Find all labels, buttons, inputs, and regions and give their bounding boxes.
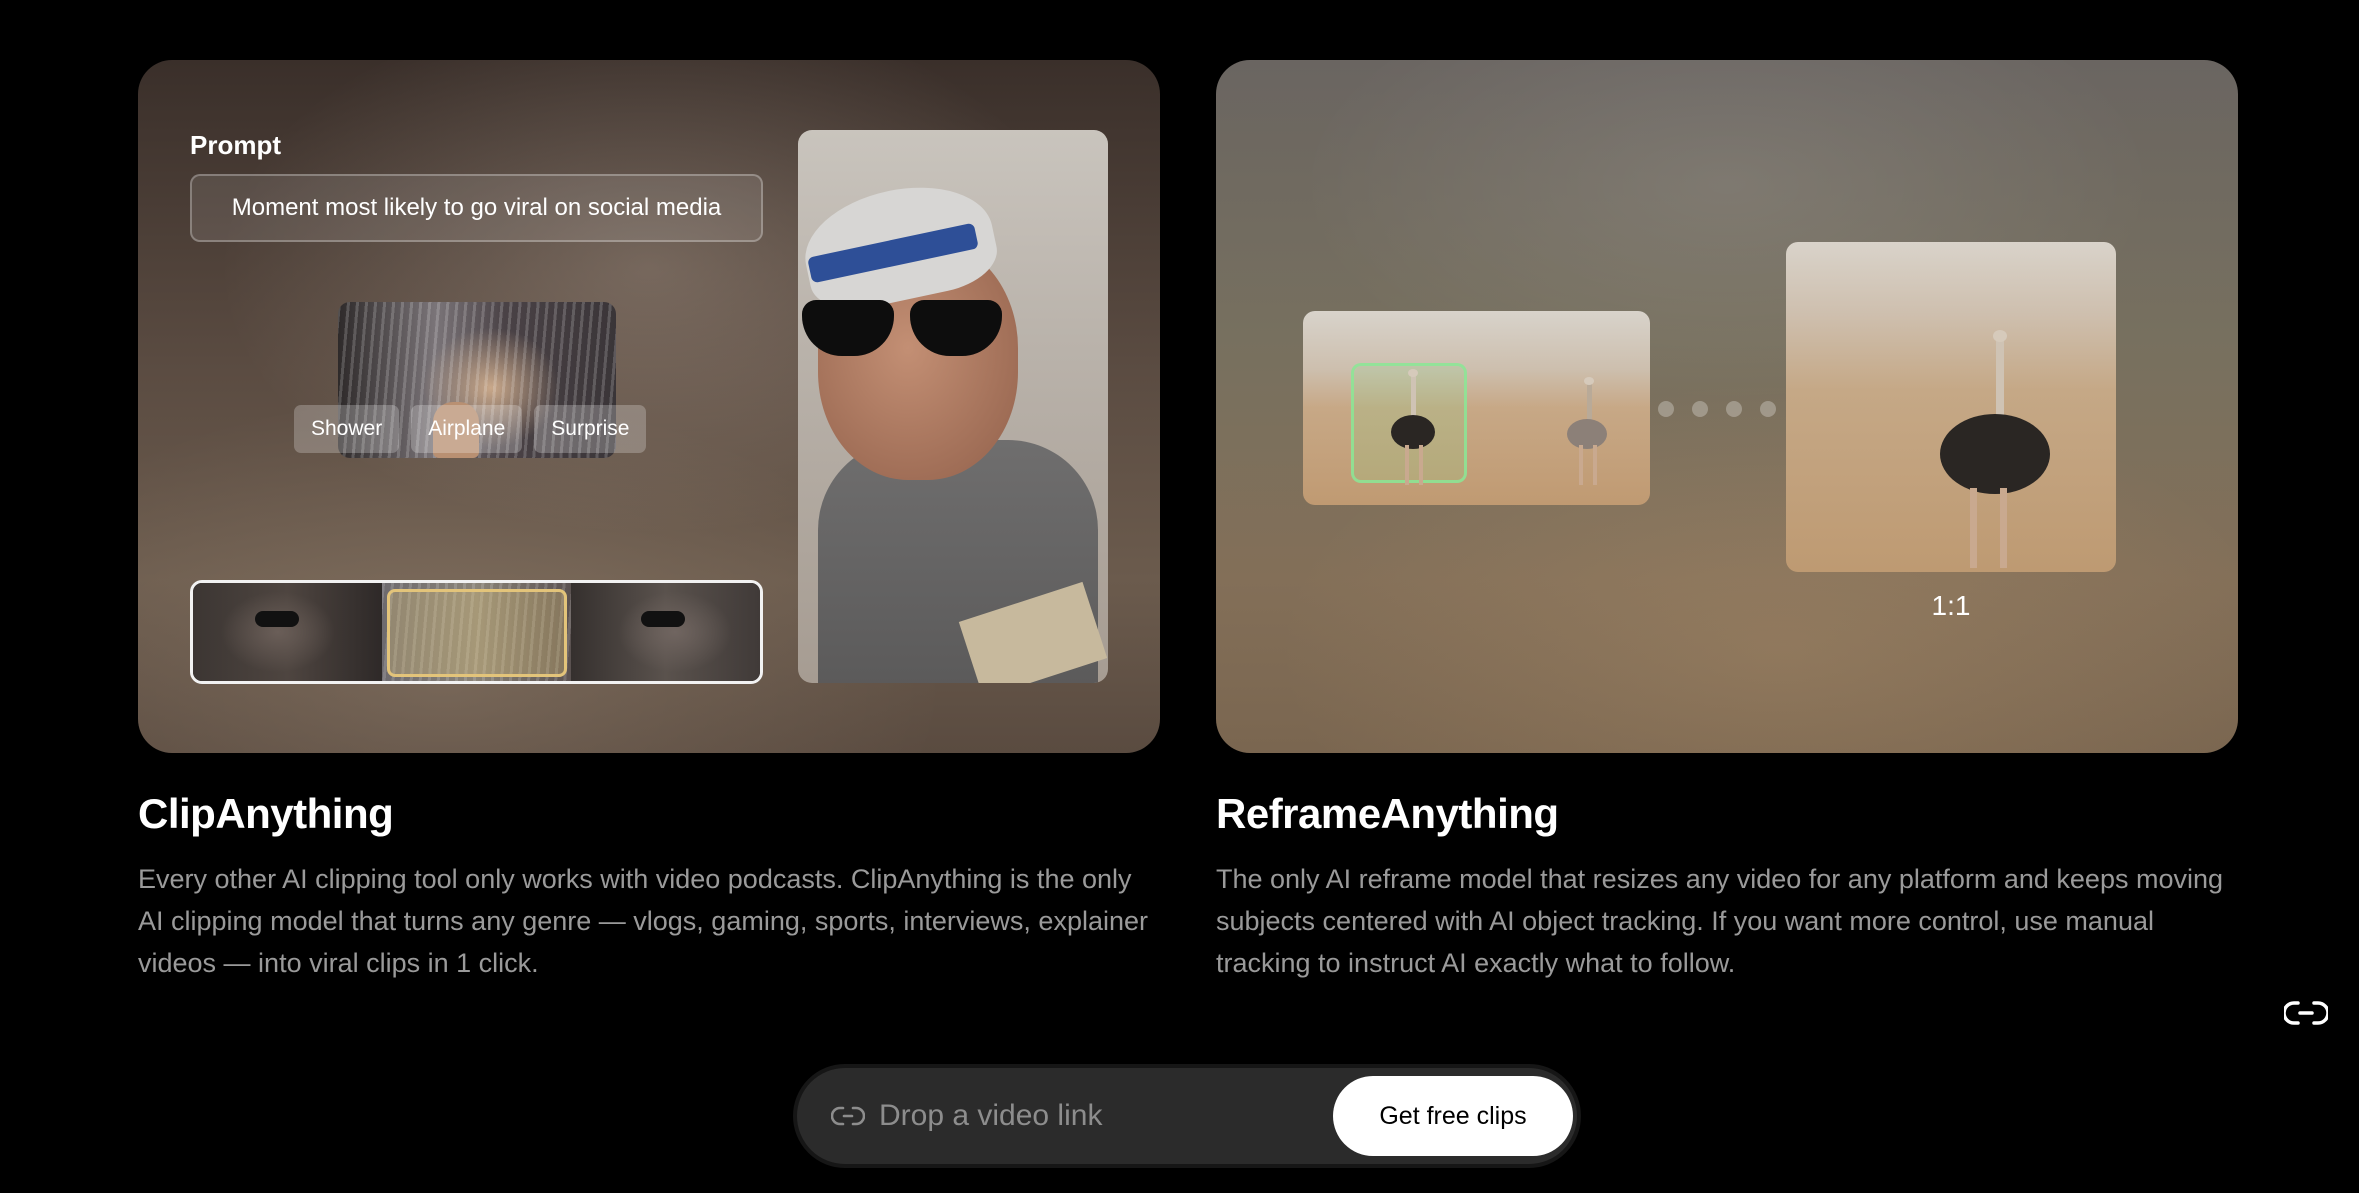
link-icon[interactable] [2284,1000,2328,1026]
vertical-clip-preview [798,130,1108,683]
timeline-frame [193,583,382,681]
link-icon [831,1106,865,1126]
prompt-field[interactable]: Moment most likely to go viral on social… [190,174,763,242]
timeline-filmstrip[interactable] [190,580,763,684]
video-link-bar: Get free clips [793,1064,1581,1168]
feature-title-reframeanything: ReframeAnything [1216,790,1559,837]
tag-surprise[interactable]: Surprise [534,405,647,453]
tag-airplane[interactable]: Airplane [411,405,523,453]
prompt-label: Prompt [190,130,281,160]
clipanything-demo-card: Prompt Moment most likely to go viral on… [138,60,1160,753]
source-video-landscape [1303,311,1650,505]
timeline-frame [571,583,760,681]
feature-description-clipanything: Every other AI clipping tool only works … [138,864,1148,978]
get-free-clips-button[interactable]: Get free clips [1333,1076,1573,1156]
tag-list: Shower Airplane Surprise [294,405,647,453]
transition-dots [1658,401,1776,417]
aspect-ratio-label: 1:1 [1931,590,1971,621]
timeline-selection[interactable] [387,589,567,677]
reframeanything-demo-card: 1:1 [1216,60,2238,753]
feature-title-clipanything: ClipAnything [138,790,394,837]
video-link-input[interactable] [879,1092,1279,1140]
prompt-value: Moment most likely to go viral on social… [231,194,722,221]
reframed-video-square [1786,242,2116,572]
feature-description-reframeanything: The only AI reframe model that resizes a… [1216,864,2224,978]
tag-shower[interactable]: Shower [294,405,400,453]
